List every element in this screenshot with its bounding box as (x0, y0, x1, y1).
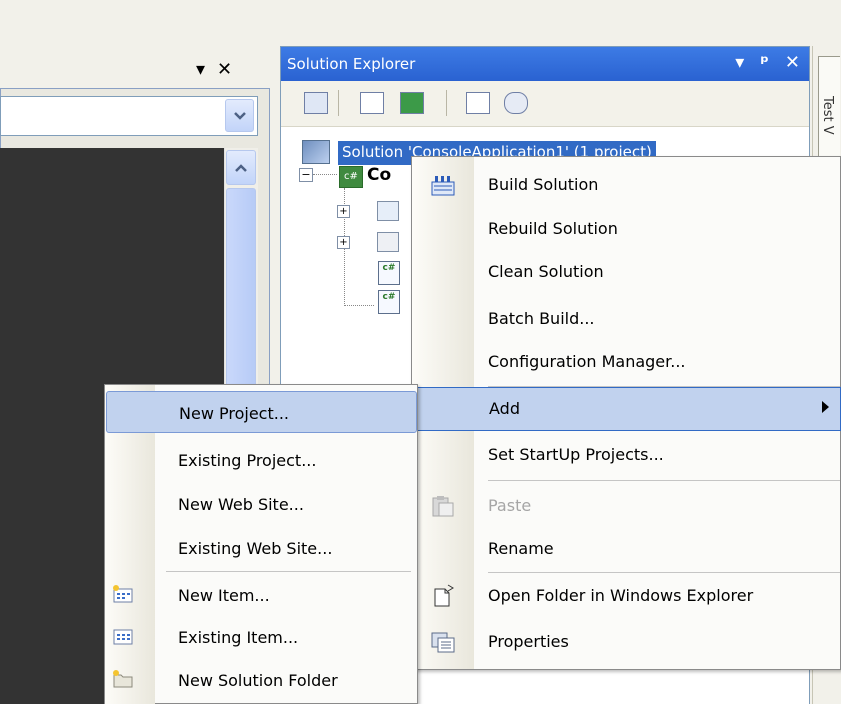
menu-item-label: Rebuild Solution (488, 219, 618, 238)
refresh-icon[interactable] (400, 92, 424, 114)
submenu-arrow-icon (822, 401, 829, 413)
menu-item-label: Existing Item... (178, 628, 299, 647)
expand-expander-icon[interactable]: + (337, 205, 350, 218)
new-item-icon (113, 585, 133, 603)
tree-item-project[interactable]: Co (367, 165, 391, 185)
build-solution-icon (431, 176, 455, 196)
menu-item-label: Add (489, 399, 520, 418)
properties-icon[interactable] (304, 92, 328, 114)
submenu-item-new-item[interactable]: New Item... (106, 574, 417, 616)
class-diagram-icon[interactable] (504, 92, 528, 114)
chevron-up-icon (235, 163, 247, 172)
menu-item-properties[interactable]: Properties (412, 620, 841, 664)
menu-separator (488, 480, 840, 481)
close-icon[interactable]: ✕ (217, 59, 232, 80)
existing-item-icon (113, 629, 133, 645)
menu-item-label: Build Solution (488, 175, 599, 194)
menu-item-set-startup-projects[interactable]: Set StartUp Projects... (412, 433, 841, 477)
menu-item-label: New Solution Folder (178, 671, 338, 690)
window-position-dropdown-icon[interactable]: ▾ (196, 59, 205, 80)
menu-item-configuration-manager[interactable]: Configuration Manager... (412, 340, 841, 384)
menu-item-label: Rename (488, 539, 554, 558)
submenu-item-new-web-site[interactable]: New Web Site... (106, 483, 417, 525)
menu-item-label: New Item... (178, 586, 270, 605)
submenu-item-existing-item[interactable]: Existing Item... (106, 616, 417, 658)
tree-connector (313, 174, 337, 175)
csharp-project-icon: c# (339, 166, 363, 188)
csharp-file-icon[interactable]: c# (378, 290, 400, 314)
submenu-item-new-project[interactable]: New Project... (106, 391, 417, 433)
members-dropdown[interactable] (0, 96, 258, 136)
menu-item-label: Properties (488, 632, 569, 651)
menu-item-clean-solution[interactable]: Clean Solution (412, 250, 841, 294)
submenu-item-existing-project[interactable]: Existing Project... (106, 439, 417, 481)
submenu-item-new-solution-folder[interactable]: New Solution Folder (106, 659, 417, 701)
collapse-expander-icon[interactable]: − (299, 168, 313, 182)
solution-explorer-title-buttons: ▾ ᵖ ✕ (708, 52, 806, 76)
test-view-tab-label: Test V (820, 96, 835, 135)
menu-item-label: Existing Web Site... (178, 539, 333, 558)
menu-item-batch-build[interactable]: Batch Build... (412, 297, 841, 341)
menu-item-label: Open Folder in Windows Explorer (488, 586, 754, 605)
close-icon[interactable]: ✕ (785, 52, 800, 76)
menu-item-add[interactable]: Add (412, 387, 841, 431)
menu-item-open-folder-in-windows-explorer[interactable]: Open Folder in Windows Explorer (412, 574, 841, 618)
menu-item-label: Batch Build... (488, 309, 595, 328)
open-folder-icon (434, 584, 454, 607)
submenu-item-existing-web-site[interactable]: Existing Web Site... (106, 527, 417, 569)
csharp-file-icon[interactable]: c# (378, 261, 400, 285)
properties-folder-icon (377, 201, 399, 221)
menu-separator (166, 571, 411, 572)
window-position-dropdown-icon[interactable]: ▾ (735, 52, 744, 76)
scroll-up-button[interactable] (226, 150, 256, 185)
menu-item-label: Configuration Manager... (488, 352, 686, 371)
paste-icon (432, 496, 454, 517)
menu-item-label: New Web Site... (178, 495, 304, 514)
toolbar-separator (338, 90, 339, 116)
menu-item-build-solution[interactable]: Build Solution (412, 163, 841, 207)
expand-expander-icon[interactable]: + (337, 236, 350, 249)
menu-item-paste: Paste (412, 484, 841, 528)
menu-item-label: Set StartUp Projects... (488, 445, 664, 464)
solution-explorer-title: Solution Explorer (287, 55, 416, 73)
menu-item-label: New Project... (179, 404, 289, 423)
menu-item-label: Clean Solution (488, 262, 604, 281)
solution-icon (302, 140, 330, 164)
menu-separator (488, 572, 840, 573)
menu-item-rebuild-solution[interactable]: Rebuild Solution (412, 207, 841, 251)
scrollbar-thumb[interactable] (226, 188, 256, 388)
left-window-title-buttons: ▾ ✕ (196, 57, 256, 81)
menu-item-label: Paste (488, 496, 532, 515)
menu-item-rename[interactable]: Rename (412, 527, 841, 571)
toolbar-separator (446, 90, 447, 116)
chevron-down-icon (233, 111, 246, 120)
dropdown-button[interactable] (225, 99, 254, 132)
references-folder-icon (377, 232, 399, 252)
pin-icon[interactable]: ᵖ (760, 52, 769, 76)
show-all-files-icon[interactable] (360, 92, 384, 114)
properties-icon (431, 632, 455, 653)
new-solution-folder-icon (113, 670, 133, 688)
view-code-icon[interactable] (466, 92, 490, 114)
menu-item-label: Existing Project... (178, 451, 317, 470)
